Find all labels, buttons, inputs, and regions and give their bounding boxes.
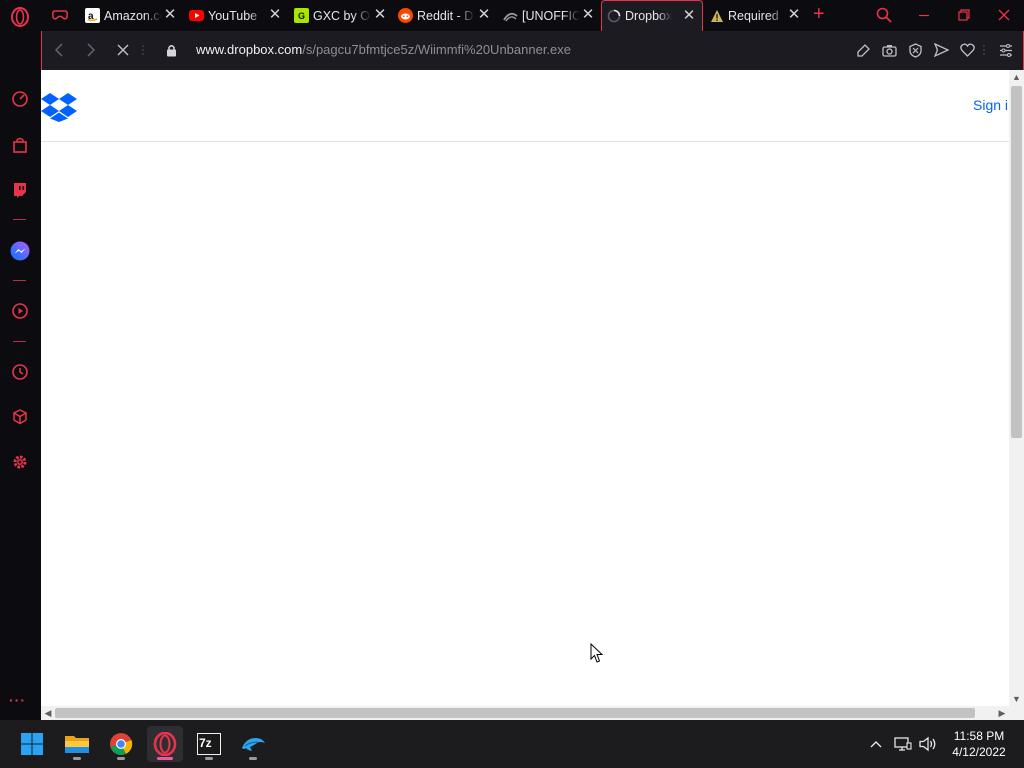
- system-clock[interactable]: 11:58 PM 4/12/2022: [945, 728, 1013, 760]
- network-icon[interactable]: [893, 734, 913, 754]
- close-icon[interactable]: ✕: [581, 7, 595, 22]
- adblock-icon[interactable]: [906, 41, 924, 59]
- close-icon[interactable]: ✕: [477, 7, 491, 22]
- running-indicator: [249, 757, 257, 760]
- tab-youtube[interactable]: YouTube ✕: [185, 0, 288, 31]
- 7zip-label: 7z: [199, 736, 212, 750]
- start-icon[interactable]: [14, 726, 50, 762]
- clock-time: 11:58 PM: [953, 729, 1005, 743]
- tab-unofficial[interactable]: [UNOFFIC ✕: [499, 0, 601, 31]
- tab-gxc[interactable]: G GXC by O ✕: [290, 0, 393, 31]
- vertical-scrollbar[interactable]: ▲ ▼: [1009, 70, 1024, 706]
- dropbox-header: Sign i: [41, 70, 1009, 142]
- opera-menu-icon[interactable]: [10, 7, 30, 27]
- player-icon[interactable]: [10, 301, 30, 321]
- tab-title: Reddit - D: [417, 8, 474, 23]
- bookmark-heart-icon[interactable]: [958, 41, 976, 59]
- chevron-up-icon[interactable]: [866, 734, 886, 754]
- settings-gear-icon[interactable]: [10, 452, 30, 472]
- gaming-controller-icon[interactable]: [50, 5, 70, 25]
- gxc-icon: G: [294, 8, 309, 23]
- running-indicator: [205, 757, 213, 760]
- sign-in-link[interactable]: Sign i: [973, 97, 1008, 113]
- dropbox-logo-icon[interactable]: [41, 92, 77, 122]
- scroll-up-icon[interactable]: ▲: [1009, 70, 1024, 84]
- tab-title: YouTube: [208, 8, 258, 23]
- clock-date: 4/12/2022: [952, 745, 1006, 759]
- horizontal-scrollbar[interactable]: ◀ ▶: [41, 706, 1009, 720]
- easy-setup-icon[interactable]: [997, 41, 1015, 59]
- twitch-icon[interactable]: [10, 180, 30, 200]
- tab-title: GXC by O: [313, 8, 370, 23]
- close-window-icon[interactable]: [993, 4, 1015, 26]
- reddit-icon: [398, 8, 413, 23]
- 7zip-icon[interactable]: 7z: [191, 726, 227, 762]
- sidebar-separator: [13, 219, 26, 220]
- windows-taskbar: 7z 11:58 PM 4/12/2022: [0, 720, 1024, 768]
- stop-loading-icon[interactable]: [114, 41, 132, 59]
- new-tab-plus-icon[interactable]: +: [813, 4, 825, 24]
- url-field[interactable]: www.dropbox.com/s/pagcu7bfmtjce5z/Wiimmf…: [196, 42, 571, 57]
- scrollbar-thumb[interactable]: [1011, 86, 1022, 438]
- volume-icon[interactable]: [918, 734, 938, 754]
- loading-spinner-icon: [606, 9, 621, 24]
- dolphin-icon[interactable]: [235, 726, 271, 762]
- lock-icon[interactable]: [162, 41, 180, 59]
- snapshot-edit-icon[interactable]: [854, 41, 872, 59]
- youtube-icon: [189, 8, 204, 23]
- tab-reddit[interactable]: Reddit - D ✕: [394, 0, 497, 31]
- separator-icon: [982, 41, 986, 59]
- close-icon[interactable]: ✕: [373, 7, 387, 22]
- back-icon[interactable]: [50, 41, 68, 59]
- running-indicator: [117, 757, 125, 760]
- file-explorer-icon[interactable]: [59, 726, 95, 762]
- tab-amazon[interactable]: a Amazon.co ✕: [81, 0, 183, 31]
- extensions-cube-icon[interactable]: [10, 407, 30, 427]
- tab-title: [UNOFFIC: [522, 8, 580, 23]
- messenger-icon[interactable]: [10, 241, 30, 261]
- send-icon[interactable]: [932, 41, 950, 59]
- url-path: /s/pagcu7bfmtjce5z/Wiimmfi%20Unbanner.ex…: [302, 42, 572, 57]
- close-icon[interactable]: ✕: [787, 7, 801, 22]
- sidebar-more-icon[interactable]: ···: [9, 692, 26, 708]
- restore-icon[interactable]: [953, 4, 975, 26]
- search-tabs-icon[interactable]: [873, 4, 895, 26]
- tab-required[interactable]: Required ✕: [705, 0, 807, 31]
- scroll-down-icon[interactable]: ▼: [1009, 692, 1024, 706]
- tab-dropbox[interactable]: Dropbox ✕: [601, 0, 703, 31]
- opera-sidebar: ···: [0, 0, 41, 720]
- separator-icon: [141, 41, 145, 59]
- page-viewport: Sign i ▲ ▼ ◀ ▶: [41, 70, 1024, 720]
- tab-title: Dropbox: [625, 9, 672, 23]
- url-host: www.dropbox.com: [196, 42, 303, 57]
- history-icon[interactable]: [10, 362, 30, 382]
- minimize-icon[interactable]: [913, 4, 935, 26]
- close-icon[interactable]: ✕: [268, 7, 282, 22]
- shopping-bag-icon[interactable]: [10, 135, 30, 155]
- tab-title: Required: [728, 8, 779, 23]
- speed-dial-icon[interactable]: [10, 89, 30, 109]
- scroll-right-icon[interactable]: ▶: [995, 706, 1009, 720]
- sidebar-separator: [13, 280, 26, 281]
- chrome-icon[interactable]: [103, 726, 139, 762]
- scrollbar-thumb[interactable]: [55, 708, 975, 718]
- close-icon[interactable]: ✕: [682, 8, 696, 23]
- scroll-left-icon[interactable]: ◀: [41, 706, 55, 720]
- warning-icon: [709, 8, 724, 23]
- amazon-icon: a: [85, 8, 100, 23]
- scrollbar-corner: [1009, 706, 1024, 720]
- close-icon[interactable]: ✕: [163, 7, 177, 22]
- running-indicator: [157, 757, 173, 760]
- tab-strip: a Amazon.co ✕ YouTube ✕ G GXC by O ✕ Red…: [41, 0, 1024, 31]
- address-bar: www.dropbox.com/s/pagcu7bfmtjce5z/Wiimmf…: [41, 31, 1024, 70]
- opera-icon[interactable]: [147, 726, 183, 762]
- mouse-cursor-icon: [590, 643, 604, 663]
- desktop: ··· a Amazon.co ✕ YouTube ✕ G GXC by O ✕…: [0, 0, 1024, 768]
- sidebar-separator: [13, 341, 26, 342]
- running-indicator: [73, 757, 81, 760]
- camera-icon[interactable]: [880, 41, 898, 59]
- forward-icon[interactable]: [82, 41, 100, 59]
- tab-title: Amazon.co: [104, 8, 162, 23]
- mod-icon: [503, 8, 518, 23]
